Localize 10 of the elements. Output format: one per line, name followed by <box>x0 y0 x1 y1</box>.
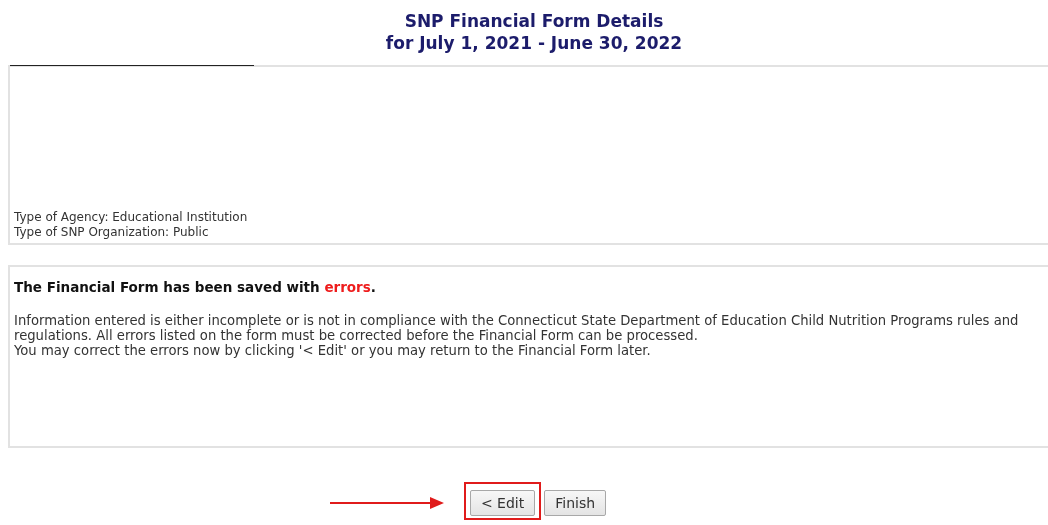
edit-button[interactable]: < Edit <box>469 490 536 516</box>
message-text: You may correct the errors now by clicking '< Edit' or you may return to the Financial Form later. <box>14 343 652 358</box>
page-title: SNP Financial Form Details <box>404 10 664 32</box>
status-message: The Financial Form has been saved with errors. <box>14 279 377 295</box>
arrow-icon <box>329 497 444 509</box>
finish-button[interactable]: Finish <box>544 490 607 516</box>
agency-info-text: Type of Agency: Educational Institution <box>14 210 249 225</box>
agency-info-text: Type of SNP Organization: Public <box>14 225 210 240</box>
page-subtitle: for July 1, 2021 - June 30, 2022 <box>385 32 683 54</box>
message-text: Information entered is either incomplete or is not in compliance with the Connecticut State Department of Education Child Nutrition Programs rules and regulations. All errors listed on the form must be corrected before the Financial Form can be processed. <box>14 313 1020 343</box>
